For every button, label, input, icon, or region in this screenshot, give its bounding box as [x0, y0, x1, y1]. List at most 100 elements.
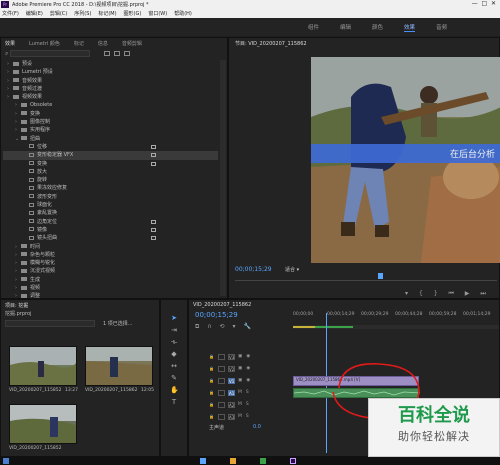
track-target-toggle[interactable]	[217, 365, 225, 372]
project-search-input[interactable]	[5, 320, 95, 327]
track-target-toggle[interactable]	[217, 389, 225, 396]
sync-lock-icon[interactable]: ▣	[238, 378, 242, 383]
program-scrub-bar[interactable]	[235, 273, 497, 281]
tab-sequence[interactable]: VID_20200207_115862	[193, 302, 251, 308]
effects-scrollbar[interactable]	[220, 60, 226, 296]
track-target-toggle[interactable]	[217, 413, 225, 420]
type-tool-icon[interactable]: T	[170, 398, 178, 406]
accelerated-effects-icon[interactable]	[104, 51, 111, 56]
effects-tree-item[interactable]: 边角定位	[3, 218, 218, 226]
menu-help[interactable]: 帮助(H)	[174, 10, 192, 17]
lock-icon[interactable]: 🔒	[209, 414, 214, 419]
fit-dropdown[interactable]: 适合 ▾	[285, 266, 315, 274]
go-to-in-icon[interactable]: ⏮	[448, 290, 453, 298]
tab-effects[interactable]: 效果	[5, 40, 15, 47]
solo-icon[interactable]: S	[246, 390, 249, 395]
effects-tree-item[interactable]: 旋转	[3, 176, 218, 184]
eye-icon[interactable]: ◉	[246, 366, 250, 371]
taskbar-edge-icon[interactable]	[200, 458, 206, 464]
effects-tree-item[interactable]: › 图像控制	[3, 118, 218, 126]
effects-tree-item[interactable]: › 模糊与锐化	[3, 259, 218, 267]
yuv-effects-icon[interactable]	[124, 51, 131, 56]
effects-tree-item[interactable]: 变形稳定器 VFX	[3, 151, 218, 160]
play-icon[interactable]: ▶	[465, 290, 470, 297]
effects-tree-item[interactable]: › 生成	[3, 276, 218, 284]
menu-window[interactable]: 窗口(W)	[148, 10, 167, 17]
lock-icon[interactable]: 🔒	[209, 378, 214, 383]
menu-edit[interactable]: 编辑(E)	[26, 10, 43, 17]
effects-tree-item[interactable]: › 沉浸式视频	[3, 267, 218, 275]
linked-selection-icon[interactable]: ⟲	[220, 323, 225, 330]
lock-icon[interactable]: 🔒	[209, 354, 214, 359]
lock-icon[interactable]: 🔒	[209, 390, 214, 395]
effects-tree-item[interactable]: 紊乱置换	[3, 209, 218, 217]
lock-icon[interactable]: 🔒	[209, 402, 214, 407]
sync-lock-icon[interactable]: ▣	[238, 366, 242, 371]
program-timecode[interactable]: 00;00;15;29	[235, 266, 272, 273]
selection-tool-icon[interactable]: ➤	[170, 314, 178, 322]
snap-icon[interactable]: ∩	[207, 323, 211, 330]
wrench-icon[interactable]: 🔧	[243, 323, 250, 330]
work-area-bar[interactable]	[293, 325, 499, 329]
effects-tree-item[interactable]: 位移	[3, 143, 218, 151]
menu-graphics[interactable]: 图形(G)	[124, 10, 142, 17]
effects-search-input[interactable]	[10, 50, 91, 57]
track-name[interactable]: V2	[227, 365, 235, 372]
nest-icon[interactable]: ⧉	[195, 323, 199, 331]
effects-tree-item[interactable]: › 音频过渡	[3, 85, 218, 93]
workspace-tab-audio[interactable]: 音频	[436, 23, 447, 31]
effects-tree-item[interactable]: › Lumetri 预设	[3, 68, 218, 76]
menu-clip[interactable]: 剪辑(C)	[50, 10, 67, 17]
effects-tree-item[interactable]: ⌄ 扭曲	[3, 135, 218, 143]
tab-info[interactable]: 信息	[98, 40, 108, 47]
track-select-tool-icon[interactable]: ⇥	[170, 326, 178, 334]
taskbar-app-icon[interactable]	[260, 458, 266, 464]
track-name[interactable]: V3	[227, 353, 235, 360]
timeline-timecode[interactable]: 00;00;15;29	[195, 311, 238, 319]
solo-icon[interactable]: S	[246, 402, 249, 407]
tab-lumetri-color[interactable]: Lumetri 颜色	[29, 40, 60, 47]
taskbar-folder-icon[interactable]	[230, 458, 236, 464]
start-menu-icon[interactable]	[3, 458, 9, 464]
timeline-ruler[interactable]: 00;00;00 00;00;14;29 00;00;29;29 00;00;44;2…	[293, 312, 499, 324]
32bit-effects-icon[interactable]	[114, 51, 121, 56]
track-name[interactable]: A1	[227, 389, 235, 396]
tab-program[interactable]: 节目: VID_20200207_115862	[235, 40, 307, 47]
effects-tree-item[interactable]: › 视频效果	[3, 93, 218, 101]
clip-thumbnail-2[interactable]	[85, 346, 153, 386]
tab-markers[interactable]: 标记	[74, 40, 84, 47]
menu-file[interactable]: 文件(F)	[2, 10, 19, 17]
effects-tree-item[interactable]: › 杂色与颗粒	[3, 251, 218, 259]
menu-marker[interactable]: 标记(M)	[98, 10, 116, 17]
track-name[interactable]: V1	[227, 377, 235, 384]
workspace-tab-assembly[interactable]: 组件	[308, 23, 319, 31]
mute-icon[interactable]: M	[238, 402, 242, 407]
effects-tree-item[interactable]: › 变换	[3, 110, 218, 118]
marker-icon[interactable]: ▾	[405, 290, 408, 297]
mark-in-icon[interactable]: {	[419, 290, 423, 297]
sync-lock-icon[interactable]: ▣	[238, 354, 242, 359]
effects-tree-item[interactable]: › 实用程序	[3, 126, 218, 134]
solo-icon[interactable]: S	[246, 414, 249, 419]
window-controls[interactable]: — □ ✕	[472, 0, 496, 7]
taskbar-premiere-icon[interactable]	[290, 458, 296, 464]
mute-icon[interactable]: M	[238, 390, 242, 395]
add-marker-icon[interactable]: ▾	[233, 323, 236, 330]
track-target-toggle[interactable]	[217, 377, 225, 384]
workspace-tab-effects[interactable]: 效果	[404, 23, 416, 32]
effects-tree-item[interactable]: › 音频效果	[3, 77, 218, 85]
program-playhead[interactable]	[378, 273, 383, 279]
effects-tree-item[interactable]: 球面化	[3, 201, 218, 209]
hand-tool-icon[interactable]: ✋	[170, 386, 179, 394]
master-track-value[interactable]: 0.0	[253, 424, 261, 430]
workspace-tab-editing[interactable]: 编辑	[340, 23, 351, 31]
menu-sequence[interactable]: 序列(S)	[74, 10, 91, 17]
effects-tree-item[interactable]: › 预设	[3, 60, 218, 68]
tab-project[interactable]: 项目: 挖掘	[5, 302, 28, 309]
ripple-edit-tool-icon[interactable]: ⟛	[170, 338, 178, 347]
eye-icon[interactable]: ◉	[246, 354, 250, 359]
mute-icon[interactable]: M	[238, 414, 242, 419]
clip-thumbnail-3[interactable]	[9, 404, 77, 444]
effects-tree-item[interactable]: › 时间	[3, 243, 218, 251]
effects-tree-item[interactable]: 波形变形	[3, 193, 218, 201]
